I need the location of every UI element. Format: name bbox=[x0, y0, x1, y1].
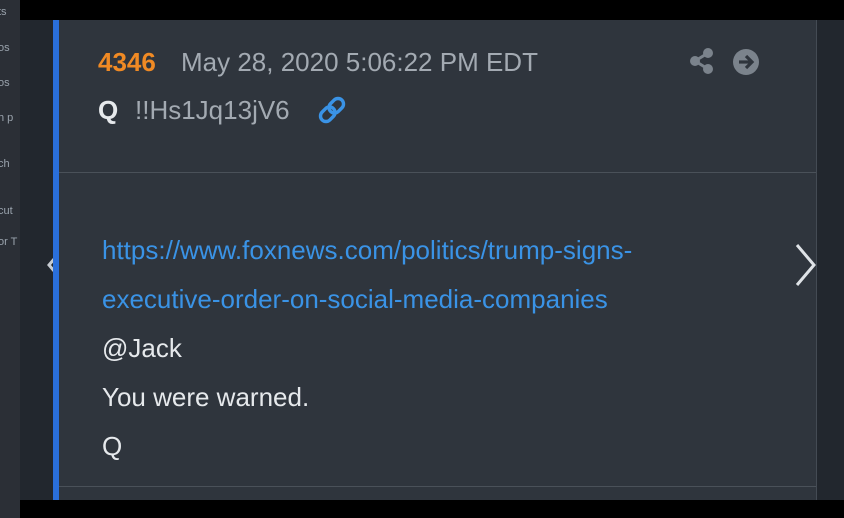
post-viewer: 4346 May 28, 2020 5:06:22 PM EDT Q !!Hs1… bbox=[20, 20, 844, 500]
sidebar-strip: ts os os h p ch cut or T bbox=[0, 0, 20, 518]
post-text-line: You were warned. bbox=[102, 382, 310, 412]
tripcode: !!Hs1Jq13jV6 bbox=[135, 95, 290, 125]
post-link-line-1[interactable]: https://www.foxnews.com/politics/trump-s… bbox=[102, 226, 792, 275]
sidebar-text-fragment: ts bbox=[0, 6, 7, 18]
sidebar-text-fragment: os bbox=[0, 42, 10, 54]
post-body: https://www.foxnews.com/politics/trump-s… bbox=[102, 226, 792, 471]
post-header: 4346 May 28, 2020 5:06:22 PM EDT Q !!Hs1… bbox=[59, 20, 816, 173]
chevron-right-icon[interactable] bbox=[791, 241, 819, 289]
post-card: 4346 May 28, 2020 5:06:22 PM EDT Q !!Hs1… bbox=[53, 20, 817, 500]
link-icon[interactable] bbox=[316, 94, 348, 126]
author-name: Q bbox=[98, 95, 119, 125]
sidebar-text-fragment: h p bbox=[0, 112, 14, 124]
sidebar-text-fragment: ch bbox=[0, 158, 10, 170]
post-number[interactable]: 4346 bbox=[98, 47, 156, 78]
post-text-line: Q bbox=[102, 431, 123, 461]
sidebar-text-fragment: or T bbox=[0, 236, 18, 248]
post-date: May 28, 2020 5:06:22 PM EDT bbox=[181, 47, 538, 77]
divider bbox=[59, 486, 816, 487]
post-text-line: @Jack bbox=[102, 333, 182, 363]
post-link-line-2[interactable]: executive-order-on-social-media-companie… bbox=[102, 275, 792, 324]
sidebar-text-fragment: cut bbox=[0, 205, 13, 217]
sidebar-text-fragment: os bbox=[0, 77, 10, 89]
arrow-circle-right-icon[interactable] bbox=[731, 47, 761, 77]
share-icon[interactable] bbox=[687, 46, 717, 76]
